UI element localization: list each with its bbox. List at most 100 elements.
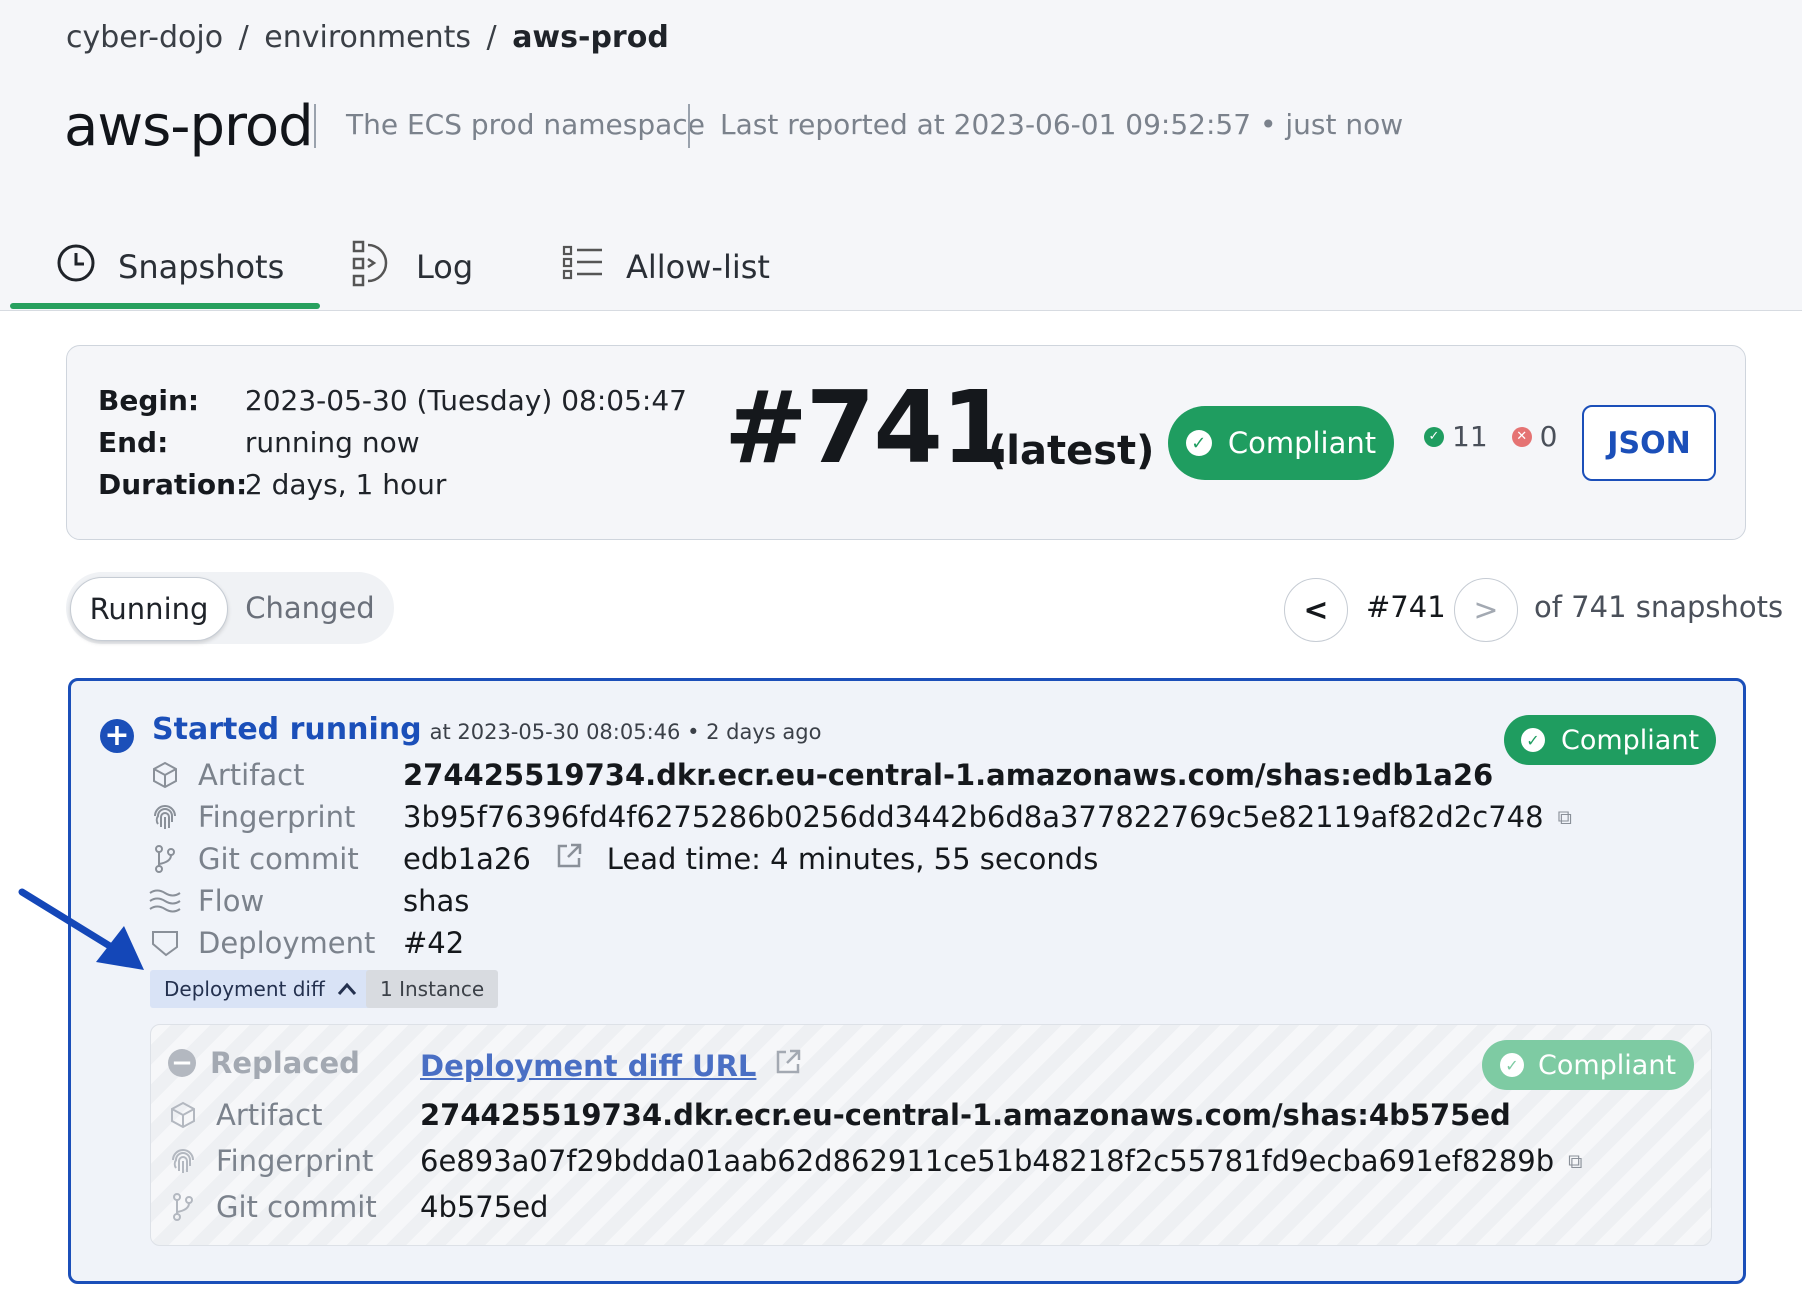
git-commit-label: Git commit: [216, 1190, 377, 1224]
end-row: End: running now: [98, 426, 420, 459]
flow-value[interactable]: shas: [403, 884, 469, 918]
tab-log[interactable]: Log: [352, 226, 473, 308]
last-reported: Last reported at 2023-06-01 09:52:57 • j…: [720, 108, 1404, 141]
duration-label: Duration:: [98, 468, 248, 501]
artifact-value[interactable]: 274425519734.dkr.ecr.eu-central-1.amazon…: [403, 758, 1493, 792]
current-snapshot: #741: [1366, 590, 1446, 624]
fingerprint-value: 3b95f76396fd4f6275286b0256dd3442b6d8a377…: [403, 800, 1544, 834]
page-title: aws-prod: [64, 94, 314, 159]
breadcrumb-separator: /: [238, 20, 249, 55]
snapshot-total: of 741 snapshots: [1534, 590, 1784, 624]
replaced-compliant-badge: ✓ Compliant: [1482, 1040, 1694, 1090]
check-icon: ✓: [1424, 426, 1444, 447]
filter-changed[interactable]: Changed: [230, 577, 390, 639]
cube-icon: [148, 761, 182, 789]
replaced-artifact-row: Artifact 274425519734.dkr.ecr.eu-central…: [166, 1098, 1566, 1132]
replaced-fingerprint-row: Fingerprint 6e893a07f29bdda01aab62d86291…: [166, 1144, 1606, 1178]
fingerprint-label: Fingerprint: [216, 1144, 374, 1178]
external-link-icon[interactable]: [555, 842, 583, 877]
tab-label: Log: [416, 248, 474, 286]
title-divider: [314, 104, 316, 148]
cross-icon: ✕: [1511, 426, 1532, 447]
artifact-label: Artifact: [198, 758, 305, 792]
begin-label: Begin:: [98, 384, 200, 417]
artifact-label: Artifact: [216, 1098, 323, 1132]
environment-description: The ECS prod namespace: [346, 108, 705, 141]
check-icon: ✓: [1185, 430, 1212, 456]
git-commit-value[interactable]: edb1a26: [403, 842, 531, 876]
breadcrumb-current: aws-prod: [512, 20, 669, 55]
git-branch-icon: [166, 1192, 200, 1222]
active-tab-indicator: [10, 303, 320, 309]
begin-value: 2023-05-30 (Tuesday) 08:05:47: [244, 384, 687, 417]
deployment-label: Deployment: [198, 926, 376, 960]
duration-value: 2 days, 1 hour: [244, 468, 447, 501]
noncompliant-count: 0: [1539, 420, 1558, 453]
fingerprint-label: Fingerprint: [198, 800, 356, 834]
status-label: Compliant: [1537, 1049, 1677, 1081]
status-label: Compliant: [1560, 724, 1700, 756]
copy-icon[interactable]: ⧉: [1558, 805, 1572, 829]
log-icon: [352, 239, 394, 295]
instance-count-badge: 1 Instance: [366, 970, 499, 1008]
tab-allow-list[interactable]: Allow-list: [562, 226, 770, 308]
event-heading: + Started running at 2023-05-30 08:05:46…: [100, 712, 822, 753]
latest-label: (latest): [988, 428, 1155, 474]
end-label: End:: [98, 426, 169, 459]
status-label: Compliant: [1227, 426, 1377, 460]
list-icon: [562, 245, 604, 289]
json-button[interactable]: JSON: [1582, 405, 1716, 481]
deployment-diff-link[interactable]: Deployment diff URL: [420, 1048, 802, 1083]
replaced-label: Replaced: [210, 1046, 360, 1080]
breadcrumb-org[interactable]: cyber-dojo: [66, 20, 223, 55]
fingerprint-row: Fingerprint 3b95f76396fd4f6275286b0256dd…: [148, 800, 1588, 834]
deployment-diff-toggle[interactable]: Deployment diff: [150, 970, 371, 1008]
minus-icon: −: [168, 1048, 196, 1078]
deployment-value[interactable]: #42: [403, 926, 464, 960]
tab-snapshots[interactable]: Snapshots: [56, 226, 284, 308]
tab-label: Allow-list: [626, 248, 770, 286]
snapshot-number: #741: [724, 369, 1011, 486]
deployment-row: Deployment #42: [148, 926, 748, 960]
compliant-status-badge: ✓ Compliant: [1168, 406, 1394, 480]
cube-icon: [166, 1101, 200, 1129]
deployment-diff-url[interactable]: Deployment diff URL: [420, 1049, 756, 1083]
check-icon: ✓: [1520, 728, 1545, 752]
fingerprint-icon: [166, 1146, 200, 1176]
title-divider: [688, 104, 690, 148]
prev-snapshot-button[interactable]: <: [1284, 578, 1348, 642]
breadcrumb: cyber-dojo / environments / aws-prod: [66, 20, 669, 55]
tab-label: Snapshots: [118, 248, 285, 286]
replaced-git-commit-row: Git commit 4b575ed: [166, 1190, 966, 1224]
copy-icon[interactable]: ⧉: [1568, 1149, 1582, 1173]
replaced-artifact-value[interactable]: 274425519734.dkr.ecr.eu-central-1.amazon…: [420, 1098, 1511, 1132]
compliance-counts: ✓ 11 ✕ 0: [1424, 420, 1557, 453]
compliant-count: 11: [1452, 420, 1488, 453]
git-commit-label: Git commit: [198, 842, 359, 876]
filter-running[interactable]: Running: [70, 577, 228, 641]
breadcrumb-environments[interactable]: environments: [264, 20, 471, 55]
deployment-diff-label: Deployment diff: [164, 977, 325, 1001]
replaced-heading: − Replaced: [168, 1046, 360, 1080]
plus-icon: +: [100, 718, 134, 753]
replaced-fingerprint-value: 6e893a07f29bdda01aab62d862911ce51b48218f…: [420, 1144, 1555, 1178]
breadcrumb-separator: /: [486, 20, 497, 55]
git-branch-icon: [148, 844, 182, 874]
flow-label: Flow: [198, 884, 265, 918]
duration-row: Duration: 2 days, 1 hour: [98, 468, 446, 501]
next-snapshot-button[interactable]: >: [1454, 578, 1518, 642]
replaced-git-commit-value[interactable]: 4b575ed: [420, 1190, 548, 1224]
lead-time: Lead time: 4 minutes, 55 seconds: [606, 842, 1099, 876]
git-commit-row: Git commit edb1a26 Lead time: 4 minutes,…: [148, 842, 1348, 876]
clock-icon: [56, 243, 96, 291]
artifact-row: Artifact 274425519734.dkr.ecr.eu-central…: [148, 758, 1548, 792]
end-value: running now: [244, 426, 420, 459]
flow-row: Flow shas: [148, 884, 748, 918]
check-icon: ✓: [1499, 1053, 1524, 1077]
event-time: at 2023-05-30 08:05:46 • 2 days ago: [429, 720, 822, 744]
fingerprint-icon: [148, 802, 182, 832]
begin-row: Begin: 2023-05-30 (Tuesday) 08:05:47: [98, 384, 687, 417]
chevron-up-icon: [337, 982, 357, 996]
external-link-icon[interactable]: [774, 1048, 802, 1083]
event-type: Started running: [152, 712, 422, 747]
